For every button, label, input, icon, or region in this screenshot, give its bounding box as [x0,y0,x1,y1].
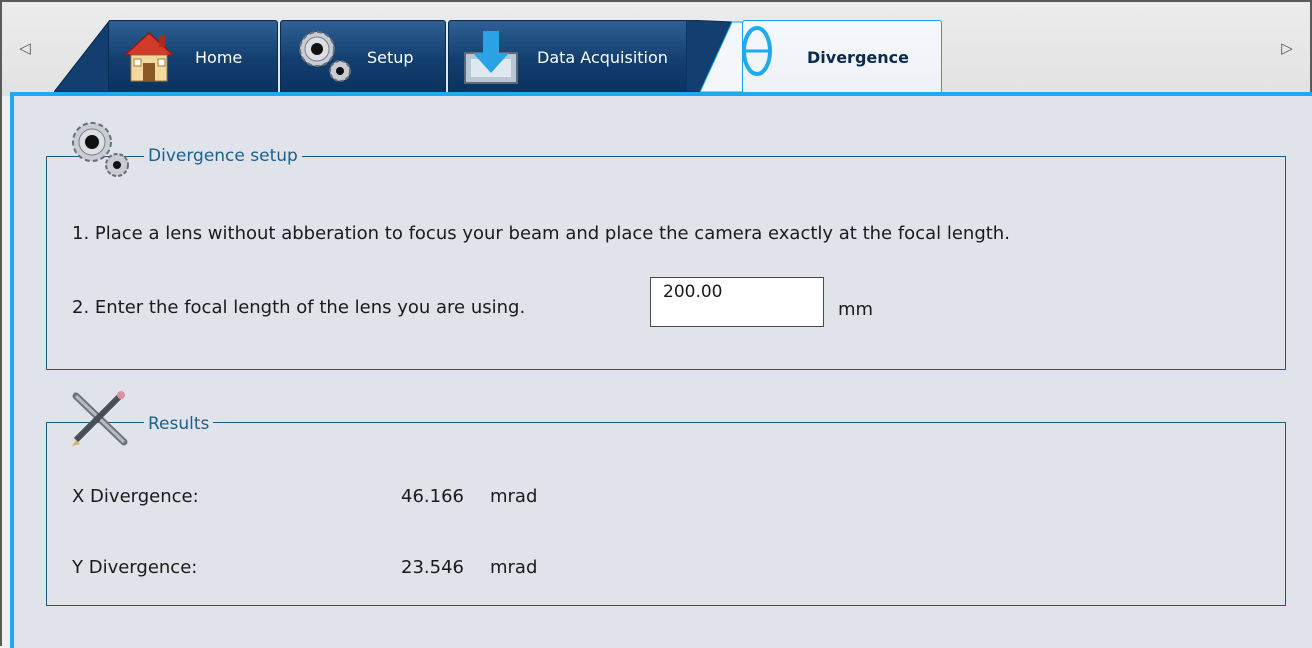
y-divergence-label: Y Divergence: [72,557,198,578]
divergence-setup-title: Divergence setup [144,146,302,166]
tab-divergence-label: Divergence [807,48,909,67]
results-title: Results [144,414,214,434]
focal-length-unit: mm [838,299,874,320]
x-divergence-unit: mrad [490,486,538,507]
download-icon [461,27,521,91]
y-divergence-unit: mrad [490,557,538,578]
y-divergence-value: 23.546 [401,557,464,578]
gears-icon [66,118,132,184]
step1-instruction: 1. Place a lens without abberation to fo… [72,223,1010,244]
tab-data-acquisition[interactable]: Data Acquisition [448,20,688,92]
gears-icon [293,27,355,89]
tab-strip: ◁ ▷ Home Setup Data Acquisition Divergen… [2,2,1310,96]
tab-home[interactable]: Home [108,20,278,92]
focal-length-input[interactable] [650,277,824,327]
home-icon [121,29,177,89]
tab-home-edge [54,20,110,92]
divergence-page: Divergence setup 1. Place a lens without… [10,92,1312,648]
tab-scroll-left-button[interactable]: ◁ [16,38,34,58]
tab-setup[interactable]: Setup [280,20,446,92]
ruler-pencil-icon [68,390,134,454]
tab-scroll-right-button[interactable]: ▷ [1278,38,1296,58]
tab-data-acquisition-label: Data Acquisition [537,48,668,67]
x-divergence-label: X Divergence: [72,486,199,507]
step2-instruction: 2. Enter the focal length of the lens yo… [72,297,526,318]
tab-setup-label: Setup [367,48,414,67]
x-divergence-value: 46.166 [401,486,464,507]
results-group [46,422,1286,606]
app-window: ◁ ▷ Home Setup Data Acquisition Divergen… [0,0,1312,648]
tab-divergence[interactable]: Divergence [742,20,942,92]
divergence-setup-group [46,156,1286,370]
theta-icon [737,23,777,83]
tab-home-label: Home [195,48,243,67]
